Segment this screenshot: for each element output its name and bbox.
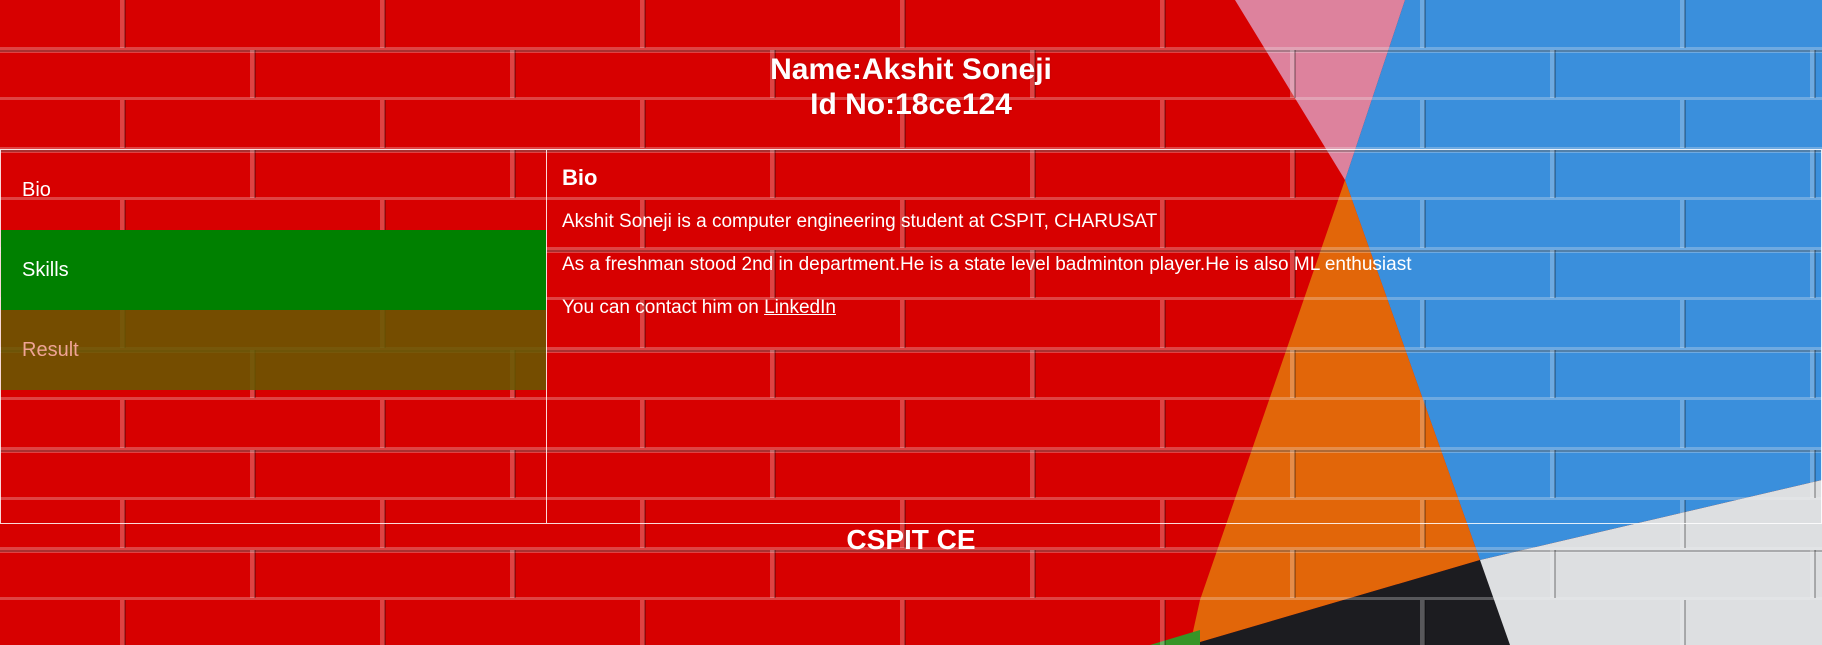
content-panel: Bio Akshit Soneji is a computer engineer… xyxy=(562,164,1802,337)
nav-item-skills[interactable]: Skills xyxy=(1,230,546,310)
page-footer: CSPIT CE xyxy=(846,524,976,555)
side-nav: Bio Skills Result xyxy=(1,150,547,523)
main-table: Bio Skills Result Bio Akshit Soneji is a… xyxy=(0,149,1822,524)
bio-line-2: As a freshman stood 2nd in department.He… xyxy=(562,254,1412,275)
nav-item-bio[interactable]: Bio xyxy=(1,150,546,230)
page-header: Name:Akshit Soneji Id No:18ce124 xyxy=(0,52,1822,122)
content-heading: Bio xyxy=(562,165,598,190)
student-name: Name:Akshit Soneji xyxy=(770,53,1052,86)
linkedin-link[interactable]: LinkedIn xyxy=(764,297,836,318)
contact-prefix: You can contact him on xyxy=(562,297,765,318)
bio-line-1: Akshit Soneji is a computer engineering … xyxy=(562,211,1158,232)
student-id: Id No:18ce124 xyxy=(810,88,1012,121)
nav-item-result[interactable]: Result xyxy=(1,310,546,390)
contact-line: You can contact him on LinkedIn xyxy=(562,294,1802,321)
